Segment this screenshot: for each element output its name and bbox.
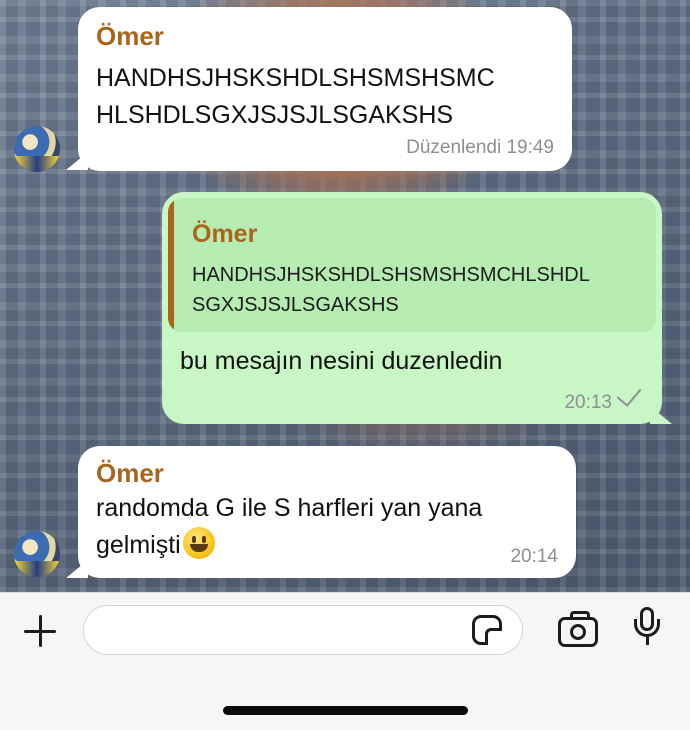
sticker-icon[interactable] (472, 615, 502, 645)
mic-cup (634, 619, 660, 637)
message-status: 20:13 (564, 381, 642, 414)
message-input[interactable] (83, 605, 523, 655)
message-timestamp: Düzenlendi 19:49 (406, 137, 554, 158)
message-line: HLSHDLSGXJSJSJLSGAKSHS (96, 101, 454, 129)
quoted-line: HANDHSJHSKSHDLSHSMSHSMCHLSHDL (192, 264, 590, 286)
quote-accent-bar (168, 198, 174, 332)
outgoing-message[interactable]: Ömer HANDHSJHSKSHDLSHSMSHSMCHLSHDL SGXJS… (162, 192, 662, 424)
message-line: HANDHSJHSKSHDLSHSMSHSMC (96, 64, 495, 92)
quoted-text: HANDHSJHSKSHDLSHSMSHSMCHLSHDL SGXJSJSJLS… (192, 260, 656, 320)
message-composer (0, 592, 690, 730)
mic-stem (646, 637, 649, 645)
message-text: HANDHSJHSKSHDLSHSMSHSMC HLSHDLSGXJSJSJLS… (96, 60, 495, 134)
message-timestamp: 20:13 (564, 392, 612, 413)
quoted-sender-name: Ömer (192, 220, 258, 248)
incoming-message[interactable]: Ömer HANDHSJHSKSHDLSHSMSHSMC HLSHDLSGXJS… (78, 7, 572, 171)
message-line: gelmişti (96, 531, 181, 559)
plus-icon[interactable] (22, 613, 58, 649)
grinning-face-emoji-icon (182, 527, 215, 559)
quoted-line: SGXJSJSJLSGAKSHS (192, 294, 399, 316)
message-line: randomda G ile S harfleri yan yana (96, 494, 483, 522)
sender-name: Ömer (96, 21, 164, 51)
message-text: randomda G ile S harfleri yan yana gelmi… (96, 490, 482, 564)
home-indicator[interactable] (223, 706, 468, 715)
message-line-2: gelmişti (96, 527, 482, 564)
sender-avatar[interactable] (14, 531, 60, 577)
sender-name: Ömer (96, 458, 164, 488)
quoted-message[interactable]: Ömer HANDHSJHSKSHDLSHSMSHSMCHLSHDL SGXJS… (168, 198, 656, 332)
sent-check-icon (616, 381, 642, 407)
incoming-message[interactable]: Ömer randomda G ile S harfleri yan yana … (78, 446, 576, 578)
camera-icon[interactable] (558, 611, 598, 647)
message-text: bu mesajın nesini duzenledin (180, 347, 503, 375)
message-timestamp: 20:14 (510, 546, 558, 567)
sender-avatar[interactable] (14, 126, 60, 172)
microphone-icon[interactable] (632, 607, 662, 647)
